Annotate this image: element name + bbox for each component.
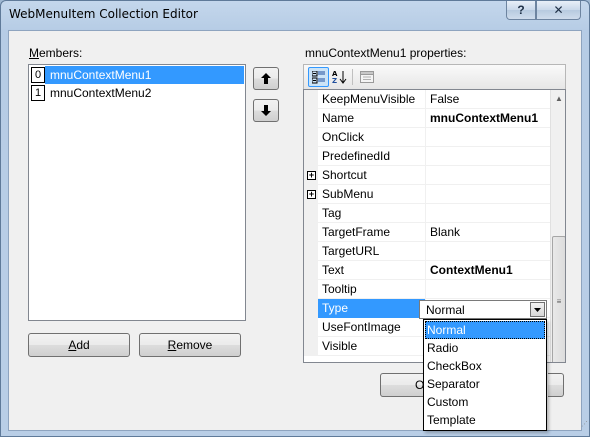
chevron-down-icon — [534, 307, 541, 312]
property-row[interactable]: Text ContextMenu1 — [304, 261, 550, 280]
property-row-gutter — [304, 242, 318, 261]
property-grid-scrollbar[interactable]: ▲ ≡ — [550, 90, 565, 362]
list-item-label: mnuContextMenu1 — [45, 66, 244, 84]
close-button[interactable]: ✕ — [536, 1, 581, 20]
property-row[interactable]: Tooltip — [304, 280, 550, 299]
remove-button[interactable]: Remove — [139, 333, 241, 357]
property-value[interactable] — [426, 185, 550, 204]
property-name: TargetURL — [318, 242, 426, 261]
property-pages-button[interactable] — [356, 67, 377, 87]
property-row-gutter — [304, 109, 318, 128]
type-dropdown-value: Normal — [426, 303, 465, 317]
expand-icon[interactable]: + — [307, 171, 316, 180]
property-row-gutter: + — [304, 185, 318, 204]
property-name: OnClick — [318, 128, 426, 147]
list-item-index: 0 — [31, 67, 45, 83]
property-name: Type — [318, 299, 426, 318]
alphabetical-button[interactable]: A Z — [329, 67, 350, 87]
categorized-button[interactable] — [308, 67, 329, 87]
property-row-gutter — [304, 337, 318, 356]
property-row[interactable]: Name mnuContextMenu1 — [304, 109, 550, 128]
dropdown-option[interactable]: Radio — [425, 339, 545, 357]
scroll-up-icon[interactable]: ▲ — [551, 90, 565, 107]
property-name: Name — [318, 109, 426, 128]
property-row-gutter — [304, 223, 318, 242]
property-row[interactable]: + Shortcut — [304, 166, 550, 185]
list-item[interactable]: 0 mnuContextMenu1 — [30, 66, 244, 84]
property-row[interactable]: KeepMenuVisible False — [304, 90, 550, 109]
cancel-button[interactable] — [548, 373, 564, 397]
dropdown-option[interactable]: Template — [425, 411, 545, 429]
property-row[interactable]: Tag — [304, 204, 550, 223]
property-row-gutter — [304, 128, 318, 147]
property-value[interactable] — [426, 204, 550, 223]
dropdown-option[interactable]: CheckBox — [425, 357, 545, 375]
move-down-button[interactable] — [253, 99, 279, 122]
property-value[interactable] — [426, 166, 550, 185]
sort-alphabetical-icon: A Z — [332, 70, 346, 84]
categorized-icon — [311, 70, 325, 83]
list-item[interactable]: 1 mnuContextMenu2 — [30, 84, 244, 102]
property-row-gutter — [304, 147, 318, 166]
members-list[interactable]: 0 mnuContextMenu1 1 mnuContextMenu2 — [28, 64, 246, 321]
property-value[interactable]: mnuContextMenu1 — [426, 109, 550, 128]
title-bar[interactable]: WebMenuItem Collection Editor ? ✕ — [1, 1, 589, 29]
property-pages-icon — [359, 71, 374, 83]
dropdown-option[interactable]: Custom — [425, 393, 545, 411]
property-name: TargetFrame — [318, 223, 426, 242]
toolbar-separator — [352, 69, 353, 85]
property-value[interactable]: Blank — [426, 223, 550, 242]
property-row[interactable]: TargetFrame Blank — [304, 223, 550, 242]
property-row[interactable]: TargetURL — [304, 242, 550, 261]
property-row-gutter — [304, 261, 318, 280]
property-row[interactable]: + SubMenu — [304, 185, 550, 204]
properties-label: mnuContextMenu1 properties: — [305, 46, 467, 60]
property-name: Tooltip — [318, 280, 426, 299]
property-value[interactable] — [426, 128, 550, 147]
members-label: Members: — [29, 46, 83, 60]
property-value[interactable] — [426, 147, 550, 166]
list-item-index: 1 — [31, 85, 45, 101]
up-arrow-icon — [261, 73, 271, 84]
help-button[interactable]: ? — [506, 1, 536, 20]
type-dropdown[interactable]: Normal — [419, 300, 547, 319]
property-row-gutter — [304, 318, 318, 337]
dropdown-option[interactable]: Separator — [425, 375, 545, 393]
list-item-label: mnuContextMenu2 — [50, 86, 152, 100]
property-name: UseFontImage — [318, 318, 426, 337]
property-row-gutter — [304, 280, 318, 299]
property-name: PredefinedId — [318, 147, 426, 166]
down-arrow-icon — [261, 105, 271, 116]
add-button[interactable]: Add — [28, 333, 130, 357]
property-row-gutter: + — [304, 166, 318, 185]
property-name: SubMenu — [318, 185, 426, 204]
property-grid-toolbar: A Z — [303, 64, 566, 89]
property-value[interactable]: False — [426, 90, 550, 109]
property-row-gutter — [304, 90, 318, 109]
svg-text:Z: Z — [332, 77, 337, 84]
move-up-button[interactable] — [253, 67, 279, 90]
property-row[interactable]: OnClick — [304, 128, 550, 147]
scroll-thumb[interactable]: ≡ — [552, 236, 565, 362]
property-name: Text — [318, 261, 426, 280]
property-row-gutter — [304, 299, 318, 318]
property-name: KeepMenuVisible — [318, 90, 426, 109]
property-value[interactable] — [426, 242, 550, 261]
resize-grip-icon[interactable]: ⋰ — [581, 421, 589, 431]
property-name: Visible — [318, 337, 426, 356]
window-title: WebMenuItem Collection Editor — [9, 7, 198, 21]
dropdown-button[interactable] — [530, 302, 545, 317]
close-icon: ✕ — [553, 3, 564, 17]
property-name: Tag — [318, 204, 426, 223]
property-value[interactable]: ContextMenu1 — [426, 261, 550, 280]
property-row-gutter — [304, 204, 318, 223]
property-row[interactable]: PredefinedId — [304, 147, 550, 166]
type-dropdown-list[interactable]: Normal Radio CheckBox Separator Custom Templa… — [423, 319, 547, 431]
property-value[interactable] — [426, 280, 550, 299]
expand-icon[interactable]: + — [307, 190, 316, 199]
dropdown-option[interactable]: Normal — [425, 321, 545, 339]
property-name: Shortcut — [318, 166, 426, 185]
help-icon: ? — [517, 3, 525, 17]
